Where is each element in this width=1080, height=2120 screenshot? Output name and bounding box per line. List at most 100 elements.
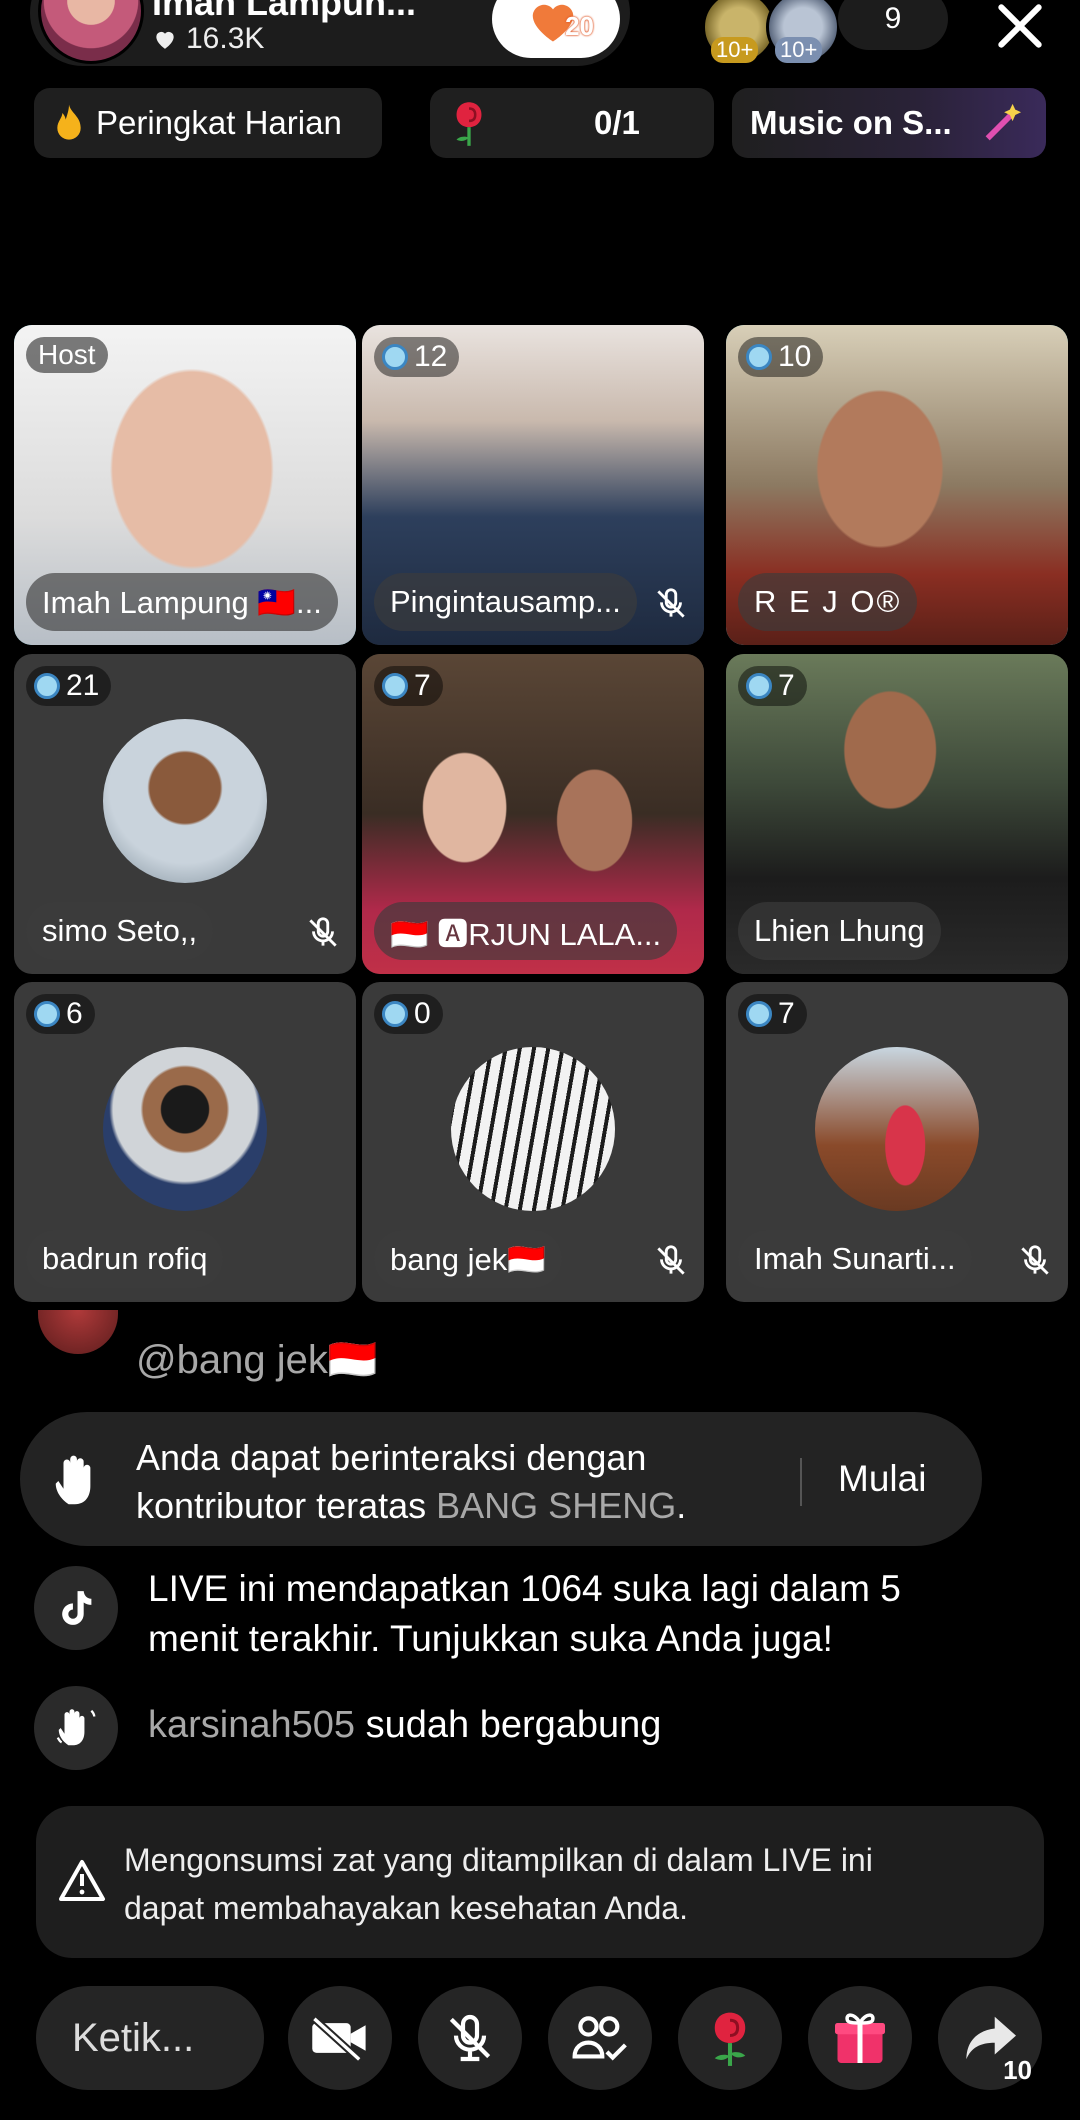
gem-icon — [746, 1001, 772, 1027]
tiktok-icon — [34, 1566, 118, 1650]
guest-avatar — [451, 1047, 615, 1212]
guest-score: 7 — [414, 669, 431, 702]
guests-button[interactable] — [548, 1986, 652, 2090]
commenter-avatar[interactable] — [38, 1310, 118, 1354]
warning-line: Mengonsumsi zat yang ditampilkan di dala… — [124, 1842, 873, 1878]
gift-icon — [835, 2013, 885, 2063]
guest-tile[interactable]: 0 bang jek🇮🇩 — [362, 982, 704, 1302]
warning-icon — [59, 1860, 105, 1901]
comment-input[interactable]: Ketik... — [36, 1986, 264, 2090]
rose-icon — [456, 102, 482, 146]
music-chip[interactable]: Music on S... — [732, 88, 1046, 158]
guest-score: 6 — [66, 997, 83, 1030]
guest-score: 21 — [66, 669, 100, 702]
tile-name: Imah Sunarti... — [738, 1230, 972, 1288]
gift-button[interactable] — [808, 1986, 912, 2090]
guest-score-badge: 7 — [374, 666, 443, 706]
interact-line-end: . — [676, 1485, 687, 1526]
interact-line: Anda dapat berinteraksi dengan — [136, 1437, 647, 1478]
host-name: Imah Lampun... — [152, 0, 417, 23]
interact-message: Anda dapat berinteraksi dengan kontribut… — [136, 1434, 686, 1530]
guest-avatar — [103, 719, 267, 884]
tile-name: Lhien Lhung — [738, 902, 941, 960]
guest-score-badge: 6 — [26, 994, 95, 1034]
mic-off-icon — [1021, 1245, 1049, 1275]
daily-ranking-label: Peringkat Harian — [96, 104, 342, 141]
rose-goal-progress: 0/1 — [594, 104, 640, 141]
joined-text: sudah bergabung — [355, 1704, 662, 1746]
music-label: Music on S... — [750, 104, 952, 141]
guest-score: 7 — [778, 997, 795, 1030]
gem-icon — [382, 1001, 408, 1027]
joined-username[interactable]: karsinah505 — [148, 1704, 355, 1746]
guest-tile[interactable]: 7 Lhien Lhung — [726, 654, 1068, 974]
follow-button[interactable]: 20 — [492, 0, 620, 58]
viewer-badge: 10+ — [775, 37, 823, 63]
mic-off-button[interactable] — [418, 1986, 522, 2090]
start-button[interactable]: Mulai — [838, 1458, 926, 1500]
tile-name: badrun rofiq — [26, 1230, 224, 1288]
guest-score-badge: 7 — [738, 994, 807, 1034]
fan-club-badge: 20 — [526, 0, 594, 44]
mic-off-icon — [657, 588, 685, 618]
camera-off-button[interactable] — [288, 1986, 392, 2090]
guest-score-badge: 7 — [738, 666, 807, 706]
rose-gift-button[interactable] — [678, 1986, 782, 2090]
fire-icon — [57, 104, 81, 140]
interact-line-text: kontributor teratas — [136, 1485, 437, 1526]
host-likes: 16.3K — [152, 22, 264, 56]
mic-off-icon — [309, 917, 337, 947]
rose-goal-chip[interactable]: 0/1 — [430, 88, 714, 158]
wave-hand-icon — [34, 1686, 118, 1770]
guest-tile[interactable]: 6 badrun rofiq — [14, 982, 356, 1302]
magic-wand-icon — [985, 103, 1021, 141]
gem-icon — [34, 673, 60, 699]
guest-tile-host[interactable]: Host Imah Lampung 🇹🇼... — [14, 325, 356, 645]
share-button[interactable]: 10 — [938, 1986, 1042, 2090]
viewer-count[interactable]: 9 — [838, 0, 948, 50]
viewer-badge: 10+ — [711, 37, 759, 63]
daily-ranking-chip[interactable]: Peringkat Harian — [34, 88, 382, 158]
top-viewers[interactable]: 10+ 10+ — [702, 0, 840, 64]
guest-score-badge: 0 — [374, 994, 443, 1034]
mic-off-icon — [657, 1245, 685, 1275]
tile-name: Imah Lampung 🇹🇼... — [26, 573, 338, 631]
viewer-avatar[interactable]: 10+ — [766, 0, 840, 64]
host-likes-count: 16.3K — [186, 22, 265, 55]
live-likes-message: LIVE ini mendapatkan 1064 suka lagi dala… — [34, 1566, 901, 1664]
viewer-avatar[interactable]: 10+ — [702, 0, 776, 64]
close-icon[interactable] — [992, 0, 1048, 54]
guest-tile[interactable]: 21 simo Seto,, — [14, 654, 356, 974]
guest-score: 12 — [414, 340, 448, 373]
guest-score-badge: 10 — [738, 337, 824, 377]
tile-name: bang jek🇮🇩 — [374, 1230, 562, 1288]
live-likes-line: menit terakhir. Tunjukkan suka Anda juga… — [148, 1618, 833, 1659]
guest-score: 0 — [414, 997, 431, 1030]
people-check-icon — [572, 2016, 627, 2061]
gem-icon — [34, 1001, 60, 1027]
gem-icon — [382, 344, 408, 370]
gem-icon — [746, 344, 772, 370]
tile-name: Pingintausamp... — [374, 573, 637, 631]
warning-line: dapat membahayakan kesehatan Anda. — [124, 1890, 688, 1926]
mic-off-icon — [449, 2014, 491, 2062]
tile-name: 🇮🇩 🅰RJUN LALA... — [374, 902, 678, 960]
guest-score-badge: 21 — [26, 666, 112, 706]
guest-tile[interactable]: 12 Pingintausamp... — [362, 325, 704, 645]
gem-icon — [746, 673, 772, 699]
guest-avatar — [815, 1047, 979, 1212]
divider — [800, 1458, 802, 1506]
gem-icon — [382, 673, 408, 699]
mention-comment: @bang jek🇮🇩 — [136, 1338, 378, 1382]
guest-tile[interactable]: 7 Imah Sunarti... — [726, 982, 1068, 1302]
rose-icon — [714, 2012, 746, 2066]
guest-score-badge: 12 — [374, 337, 460, 377]
top-contributor-name: BANG SHENG — [436, 1485, 677, 1526]
tile-name: simo Seto,, — [26, 902, 214, 960]
guest-tile[interactable]: 10 R E J O® — [726, 325, 1068, 645]
heart-icon — [156, 31, 174, 49]
fan-club-level: 20 — [565, 11, 594, 41]
guest-tile[interactable]: 7 🇮🇩 🅰RJUN LALA... — [362, 654, 704, 974]
joined-message: karsinah505 sudah bergabung — [34, 1686, 661, 1770]
guest-score: 10 — [778, 340, 812, 373]
